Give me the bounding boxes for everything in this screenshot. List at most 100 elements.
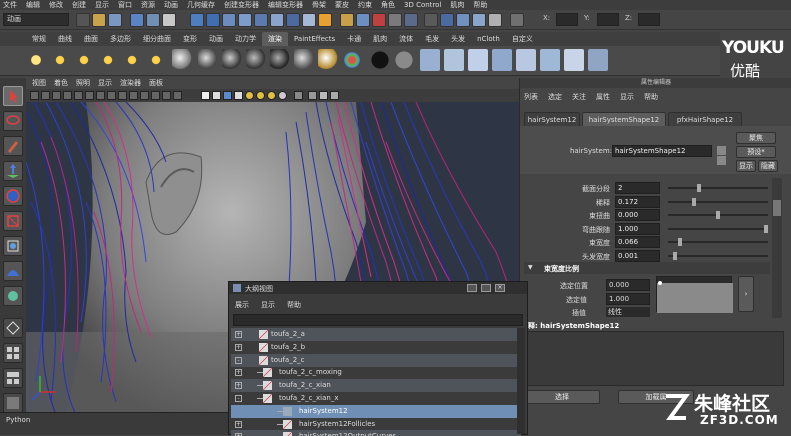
lasso-tool-icon[interactable] <box>3 111 23 131</box>
anti-alias-icon[interactable] <box>308 91 317 100</box>
textured-icon[interactable] <box>173 91 182 100</box>
scale-tool-icon[interactable] <box>3 211 23 231</box>
render-view-shelf-icon[interactable] <box>516 49 536 71</box>
ambient-occlusion-icon[interactable] <box>278 91 287 100</box>
shelf-tab[interactable]: 渲染 <box>262 32 288 46</box>
film-gate-icon[interactable] <box>74 91 83 100</box>
ipr-render-icon[interactable] <box>472 13 486 27</box>
new-scene-icon[interactable] <box>76 13 90 27</box>
blinn-icon[interactable] <box>198 49 218 71</box>
image-plane-icon[interactable] <box>52 91 61 100</box>
viewport-menu-item[interactable]: 面板 <box>149 78 163 89</box>
hypershade-icon[interactable] <box>492 49 512 71</box>
outliner-item[interactable]: hairSystem12 <box>231 404 521 418</box>
command-line[interactable]: Python <box>0 412 230 435</box>
select-by-surface-icon[interactable] <box>238 13 252 27</box>
snap-curve-icon[interactable] <box>356 13 370 27</box>
ae-menu-item[interactable]: 列表 <box>524 92 538 104</box>
shelf-tab[interactable]: 曲面 <box>78 32 104 46</box>
wireframe-icon[interactable] <box>140 91 149 100</box>
select-misc-icon[interactable] <box>302 13 316 27</box>
show-button[interactable]: 显示 <box>736 160 756 172</box>
ambient-light-icon[interactable] <box>26 49 46 71</box>
shading-group-icon[interactable] <box>588 49 608 71</box>
ae-tab[interactable]: hairSystem12 <box>524 112 580 126</box>
focus-button[interactable]: 聚焦 <box>736 132 776 144</box>
shelf-tab[interactable]: 动力学 <box>229 32 262 46</box>
outliner-layout-icon[interactable] <box>3 393 23 413</box>
smooth-shade-icon[interactable] <box>151 91 160 100</box>
paint-select-icon[interactable] <box>3 136 23 156</box>
expand-icon[interactable]: + <box>235 420 242 428</box>
node-name-field[interactable]: hairSystemShape12 <box>612 145 712 157</box>
outliner-item[interactable]: + toufa_2_c_xian <box>231 379 521 393</box>
ae-menu-item[interactable]: 关注 <box>572 92 586 104</box>
outliner-item[interactable]: + toufa_2_a <box>231 328 521 341</box>
menu-item[interactable]: 几何缓存 <box>187 0 215 10</box>
render-frame-icon[interactable] <box>456 13 470 27</box>
outliner-scrollbar[interactable] <box>517 328 525 434</box>
notes-textarea[interactable] <box>524 331 784 386</box>
z-field[interactable] <box>638 13 660 26</box>
slider-handle[interactable] <box>672 251 677 260</box>
ae-menu-item[interactable]: 属性 <box>596 92 610 104</box>
attribute-field[interactable]: 0.001 <box>615 249 660 262</box>
hud-icon[interactable] <box>330 91 339 100</box>
x-field[interactable] <box>556 13 578 26</box>
x-ray-icon[interactable] <box>212 91 221 100</box>
menu-item[interactable]: 修改 <box>49 0 63 10</box>
select-by-joint-icon[interactable] <box>206 13 220 27</box>
layout-single-icon[interactable] <box>3 318 23 338</box>
outliner-search-field[interactable] <box>233 314 523 326</box>
safe-action-icon[interactable] <box>118 91 127 100</box>
menu-item[interactable]: 窗口 <box>118 0 132 10</box>
wireframe-on-shaded-icon[interactable] <box>162 91 171 100</box>
use-all-lights-icon[interactable] <box>245 91 254 100</box>
shelf-tab[interactable]: 毛发 <box>419 32 445 46</box>
anisotropic-icon[interactable] <box>294 49 314 71</box>
minimize-icon[interactable] <box>467 284 477 292</box>
slider-handle[interactable] <box>696 184 701 192</box>
viewport-menu-item[interactable]: 显示 <box>98 78 112 89</box>
attr-scrollbar[interactable] <box>772 178 782 318</box>
attribute-field[interactable]: 0.066 <box>615 236 660 248</box>
go-to-input-icon[interactable] <box>717 146 726 155</box>
lock-selection-icon[interactable] <box>318 13 332 27</box>
render-icon[interactable] <box>420 49 440 71</box>
point-light-icon[interactable] <box>74 49 94 71</box>
shelf-tab[interactable]: 头发 <box>445 32 471 46</box>
ae-tab[interactable]: pfxHairShape12 <box>668 112 742 126</box>
viewport-menu-item[interactable]: 照明 <box>76 78 90 89</box>
select-by-curve-icon[interactable] <box>222 13 236 27</box>
outliner-item[interactable]: - toufa_2_c_xian_x <box>231 392 521 405</box>
attribute-slider[interactable] <box>668 197 768 206</box>
batch-render-icon[interactable] <box>540 49 560 71</box>
menu-item[interactable]: 3D Control <box>404 0 441 10</box>
menu-item[interactable]: 编辑变形器 <box>268 0 303 10</box>
ramp-shader-icon[interactable] <box>318 49 338 71</box>
shadows-icon[interactable] <box>256 91 265 100</box>
attribute-slider[interactable] <box>668 238 768 246</box>
lambert-icon[interactable] <box>270 49 290 71</box>
select-component-icon[interactable] <box>162 13 176 27</box>
menu-set-select[interactable]: 动画 <box>3 13 69 26</box>
shelf-tab[interactable]: 肌肉 <box>367 32 393 46</box>
surface-shader-icon[interactable] <box>370 49 390 71</box>
close-icon[interactable]: × <box>495 284 505 292</box>
selected-value-field[interactable]: 1.000 <box>606 293 650 305</box>
ae-menu-item[interactable]: 帮助 <box>644 92 658 104</box>
ae-tab[interactable]: hairSystemShape12 <box>582 112 666 126</box>
menu-item[interactable]: 资源 <box>141 0 155 10</box>
shelf-tab[interactable]: 自定义 <box>506 32 539 46</box>
outliner-titlebar[interactable]: 大纲视图 × <box>229 282 527 294</box>
all-lights-icon[interactable] <box>234 91 243 100</box>
render-view-icon[interactable] <box>440 13 454 27</box>
select-tool-icon[interactable] <box>3 86 23 106</box>
select-button[interactable]: 选择 <box>524 390 600 404</box>
select-hierarchy-icon[interactable] <box>130 13 144 27</box>
expand-ramp-button[interactable]: › <box>738 276 754 312</box>
universal-manipulator-icon[interactable] <box>3 236 23 256</box>
shelf-tab[interactable]: 常规 <box>26 32 52 46</box>
field-chart-icon[interactable] <box>107 91 116 100</box>
y-field[interactable] <box>597 13 619 26</box>
